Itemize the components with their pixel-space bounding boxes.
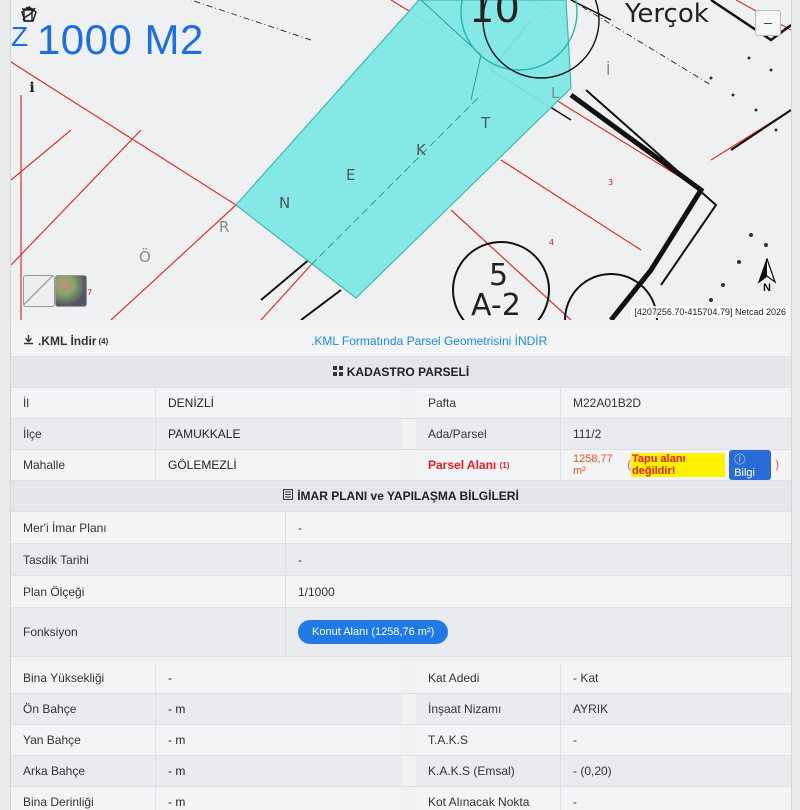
bilgi-button[interactable]: ⓘ Bilgi bbox=[729, 450, 772, 480]
imar-row-meri-plan: Mer'i İmar Planı - bbox=[11, 512, 791, 544]
svg-text:7: 7 bbox=[87, 288, 92, 297]
app-frame: 10 Yerçok 5 A-2 3 4 7 Ö R N E K T L İ Z … bbox=[10, 0, 792, 810]
imar-row-2: Ön Bahçe - m İnşaat Nizamı AYRIK bbox=[11, 694, 791, 725]
svg-text:4: 4 bbox=[549, 238, 554, 247]
kadastro-row-il: İl DENİZLİ Pafta M22A01B2D bbox=[11, 388, 791, 419]
svg-text:A-2: A-2 bbox=[471, 288, 521, 320]
kadastro-row-mahalle: Mahalle GÖLEMEZLİ Parsel Alanı (1) 1258,… bbox=[11, 450, 791, 481]
polygon-icon[interactable] bbox=[21, 6, 42, 50]
kml-download-link[interactable]: .KML Formatında Parsel Geometrisini İNDİ… bbox=[311, 334, 547, 348]
svg-text:10: 10 bbox=[469, 0, 520, 32]
zoom-out-button[interactable]: – bbox=[755, 10, 781, 36]
imar-row-tasdik: Tasdik Tarihi - bbox=[11, 544, 791, 576]
svg-text:Yerçok: Yerçok bbox=[624, 0, 709, 29]
svg-text:L: L bbox=[551, 84, 560, 102]
svg-text:E: E bbox=[346, 166, 355, 184]
base-layer-satellite-thumbnail[interactable] bbox=[55, 275, 87, 307]
info-icon[interactable]: i bbox=[22, 78, 42, 98]
kadastro-row-ilce: İlçe PAMUKKALE Ada/Parsel 111/2 bbox=[11, 419, 791, 450]
coordinate-readout: [4207256.70-415704.79] Netcad 2026 bbox=[631, 306, 789, 318]
info-circle-icon: ⓘ bbox=[734, 454, 746, 466]
imar-row-fonksiyon: Fonksiyon Konut Alanı (1258,76 m²) bbox=[11, 608, 791, 657]
trash-icon[interactable] bbox=[22, 7, 42, 74]
parsel-alani-value: 1258,77 m² (Tapu alanı değildir! ⓘ Bilgi… bbox=[561, 450, 791, 480]
north-arrow: N bbox=[755, 258, 779, 294]
grid-icon bbox=[332, 365, 343, 379]
parsel-alani-label: Parsel Alanı (1) bbox=[416, 450, 561, 480]
parcel-map[interactable]: 10 Yerçok 5 A-2 3 4 7 Ö R N E K T L İ Z … bbox=[11, 0, 791, 320]
svg-text:R: R bbox=[219, 218, 229, 236]
svg-text:N: N bbox=[279, 194, 290, 212]
imar-row-5: Bina Derinliği - m Kot Alınacak Nokta - bbox=[11, 787, 791, 810]
kml-download-label[interactable]: .KML İndir (4) bbox=[11, 326, 285, 356]
imar-row-olcek: Plan Ölçeği 1/1000 bbox=[11, 576, 791, 608]
north-arrow-icon bbox=[757, 258, 777, 284]
parcel-info-panel: C T R C T R .KML İndir(4) .KML Formatınd… bbox=[11, 326, 791, 810]
kadastro-section-header: KADASTRO PARSELİ bbox=[11, 357, 791, 388]
document-list-icon bbox=[283, 489, 294, 503]
svg-text:K: K bbox=[416, 141, 427, 159]
svg-text:T: T bbox=[480, 114, 491, 132]
map-toolbar: i bbox=[21, 6, 43, 98]
imar-row-4: Arka Bahçe - m K.A.K.S (Emsal) - (0,20) bbox=[11, 756, 791, 787]
svg-text:3: 3 bbox=[608, 178, 613, 187]
svg-text:Ö: Ö bbox=[139, 247, 151, 266]
svg-text:İ: İ bbox=[606, 60, 610, 79]
imar-row-1: Bina Yüksekliği - Kat Adedi - Kat bbox=[11, 663, 791, 694]
imar-row-3: Yan Bahçe - m T.A.K.S - bbox=[11, 725, 791, 756]
base-layer-map-thumbnail[interactable] bbox=[23, 275, 55, 307]
tapu-warning: Tapu alanı değildir! bbox=[631, 453, 726, 477]
imar-section-header: İMAR PLANI ve YAPILAŞMA BİLGİLERİ bbox=[11, 481, 791, 512]
kml-download-row: .KML İndir (4) .KML Formatında Parsel Geo… bbox=[11, 326, 791, 357]
download-icon bbox=[23, 334, 34, 348]
fonksiyon-button[interactable]: Konut Alanı (1258,76 m²) bbox=[298, 620, 449, 644]
